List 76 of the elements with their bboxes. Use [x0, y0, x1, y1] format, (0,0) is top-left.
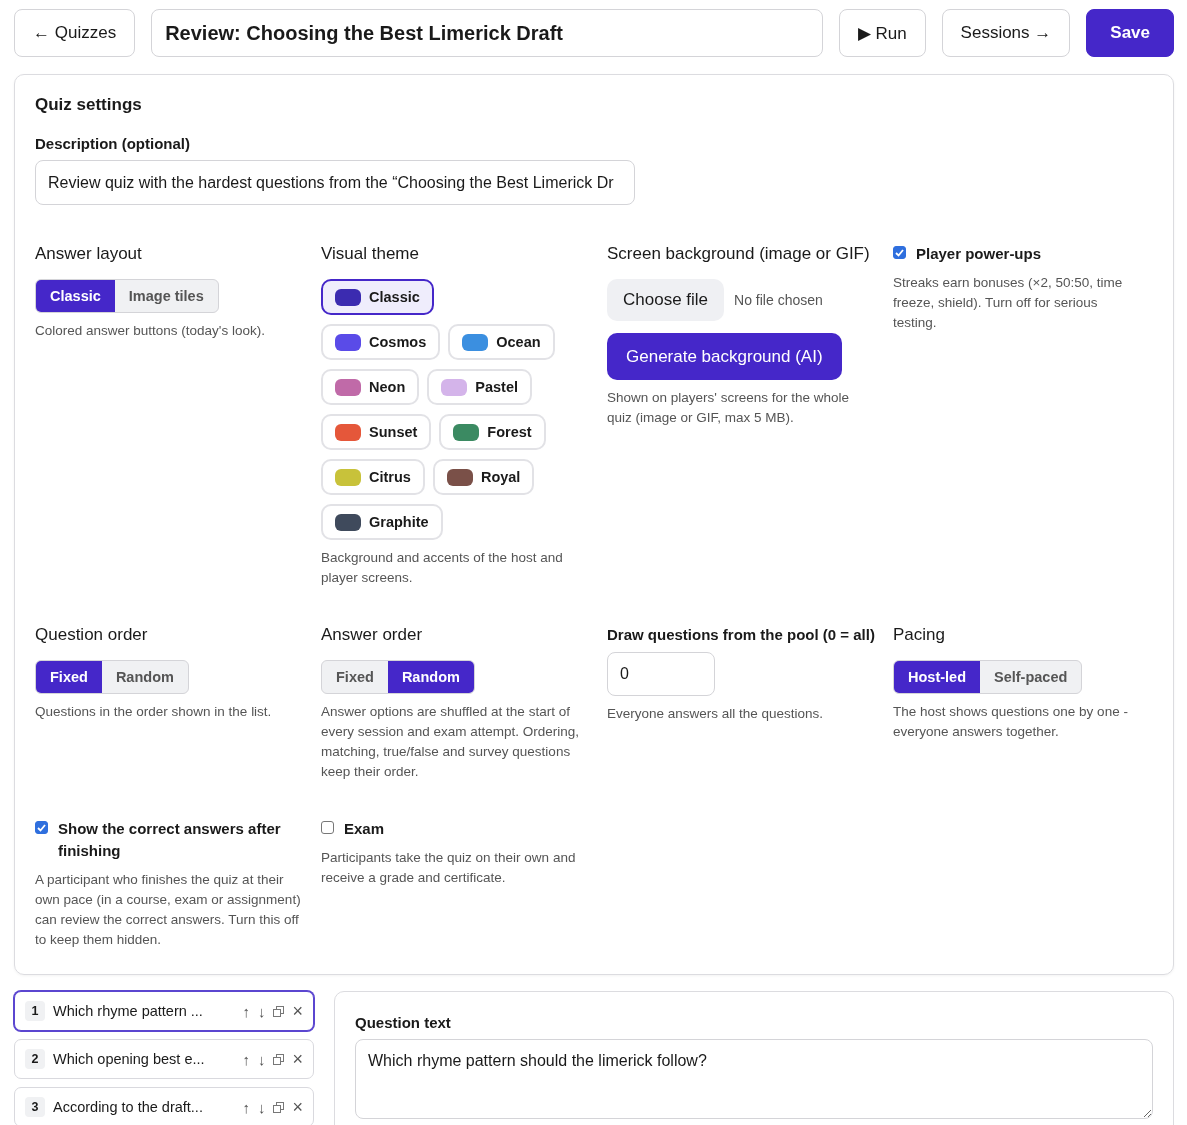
- question-title: Which rhyme pattern ...: [53, 1003, 204, 1019]
- hint-text: Answer options are shuffled at the start of every session and exam attempt. Ordering, matching, true/false and survey questions keep their order.: [321, 703, 581, 781]
- move-down-button[interactable]: ↓: [258, 1002, 266, 1020]
- question-title: Which opening best e...: [53, 1051, 206, 1067]
- save-button[interactable]: Save: [1086, 9, 1174, 57]
- theme-option[interactable]: Neon: [321, 369, 420, 405]
- theme-option[interactable]: Graphite: [321, 504, 443, 540]
- setting-label: Question order: [35, 624, 149, 646]
- move-up-button[interactable]: ↑: [242, 1002, 250, 1020]
- move-up-button[interactable]: ↑: [242, 1098, 250, 1116]
- hint-text: The host shows questions one by one - everyone answers together.: [893, 703, 1129, 741]
- checkbox-label: Exam: [344, 819, 385, 839]
- hint-text: Streaks earn bonuses (×2, 50:50, time freeze, shield). Turn off for serious testing.: [893, 274, 1124, 332]
- move-down-button[interactable]: ↓: [258, 1050, 266, 1068]
- choose-file-button[interactable]: Choose file: [607, 279, 725, 321]
- theme-option[interactable]: Pastel: [427, 369, 532, 405]
- hint-text: Background and accents of the host and player screens.: [321, 549, 564, 587]
- setting-label: Draw questions from the pool (0 = all): [607, 625, 875, 645]
- run-button[interactable]: ▶ Run: [838, 9, 926, 57]
- description-field[interactable]: Review quiz with the hardest questions from the “Choosing the Best Limerick Dr: [35, 160, 635, 205]
- section-heading: Quiz settings: [35, 95, 143, 115]
- duplicate-icon[interactable]: [273, 1005, 285, 1017]
- question-text-field[interactable]: Which rhyme pattern should the limerick follow?: [355, 1039, 1153, 1119]
- segment-option[interactable]: Random: [101, 661, 188, 693]
- segment-option[interactable]: Fixed: [322, 661, 388, 693]
- setting-label: Answer layout: [35, 243, 143, 265]
- checkbox-label: Show the correct answers after finishing: [58, 819, 282, 861]
- hint-text: Shown on players' screens for the whole quiz (image or GIF, max 5 MB).: [607, 389, 850, 427]
- sessions-button[interactable]: Sessions →: [941, 9, 1071, 57]
- file-status: No file chosen: [734, 292, 823, 308]
- checkbox-label: Player power-ups: [916, 244, 1042, 264]
- question-item[interactable]: 1 Which rhyme pattern ... ↑ ↓ ×: [14, 991, 314, 1031]
- theme-option[interactable]: Ocean: [448, 324, 555, 360]
- hint-text: Participants take the quiz on their own and receive a grade and certificate.: [321, 849, 577, 887]
- segment-option[interactable]: Classic: [36, 280, 115, 312]
- hint-text: Questions in the order shown in the list.: [35, 703, 273, 721]
- hint-text: Everyone answers all the questions.: [607, 705, 825, 723]
- question-number: 1: [25, 1001, 45, 1021]
- setting-label: Screen background (image or GIF): [607, 243, 871, 265]
- segment-option[interactable]: Fixed: [36, 661, 102, 693]
- theme-option[interactable]: Sunset: [321, 414, 432, 450]
- pool-input[interactable]: 0: [607, 652, 715, 696]
- theme-option[interactable]: Cosmos: [321, 324, 441, 360]
- theme-option[interactable]: Royal: [432, 459, 535, 495]
- hint-text: A participant who finishes the quiz at their own pace (in a course, exam or assignment) can review the correct answers. Turn this off to keep them hidden.: [35, 871, 302, 949]
- field-label: Question text: [355, 1014, 452, 1031]
- checkbox[interactable]: [35, 821, 48, 834]
- segment-option[interactable]: Image tiles: [114, 280, 218, 312]
- move-up-button[interactable]: ↑: [242, 1050, 250, 1068]
- checkbox[interactable]: [893, 246, 906, 259]
- field-label: Description (optional): [35, 135, 191, 152]
- theme-option[interactable]: Classic: [321, 279, 434, 315]
- question-title: According to the draft...: [53, 1099, 204, 1115]
- setting-label: Visual theme: [321, 243, 420, 265]
- duplicate-icon[interactable]: [273, 1101, 285, 1113]
- duplicate-icon[interactable]: [273, 1053, 285, 1065]
- remove-button[interactable]: ×: [292, 1000, 303, 1022]
- remove-button[interactable]: ×: [292, 1096, 303, 1118]
- theme-option[interactable]: Citrus: [321, 459, 425, 495]
- remove-button[interactable]: ×: [292, 1048, 303, 1070]
- generate-button[interactable]: Generate background (AI): [607, 333, 842, 380]
- hint-text: Colored answer buttons (today's look).: [35, 322, 266, 340]
- theme-option[interactable]: Forest: [439, 414, 546, 450]
- question-number: 2: [25, 1049, 45, 1069]
- checkbox[interactable]: [321, 821, 334, 834]
- move-down-button[interactable]: ↓: [258, 1098, 266, 1116]
- title-field[interactable]: Review: Choosing the Best Limerick Draft: [151, 9, 823, 57]
- segment-option[interactable]: Host-led: [894, 661, 980, 693]
- setting-label: Answer order: [321, 624, 424, 646]
- back-button[interactable]: ← Quizzes: [14, 9, 136, 57]
- segment-option[interactable]: Random: [387, 661, 474, 693]
- segment-option[interactable]: Self-paced: [980, 661, 1082, 693]
- question-item[interactable]: 2 Which opening best e... ↑ ↓ ×: [14, 1039, 314, 1079]
- question-item[interactable]: 3 According to the draft... ↑ ↓ ×: [14, 1087, 314, 1125]
- question-number: 3: [25, 1097, 45, 1117]
- setting-label: Pacing: [893, 624, 946, 646]
